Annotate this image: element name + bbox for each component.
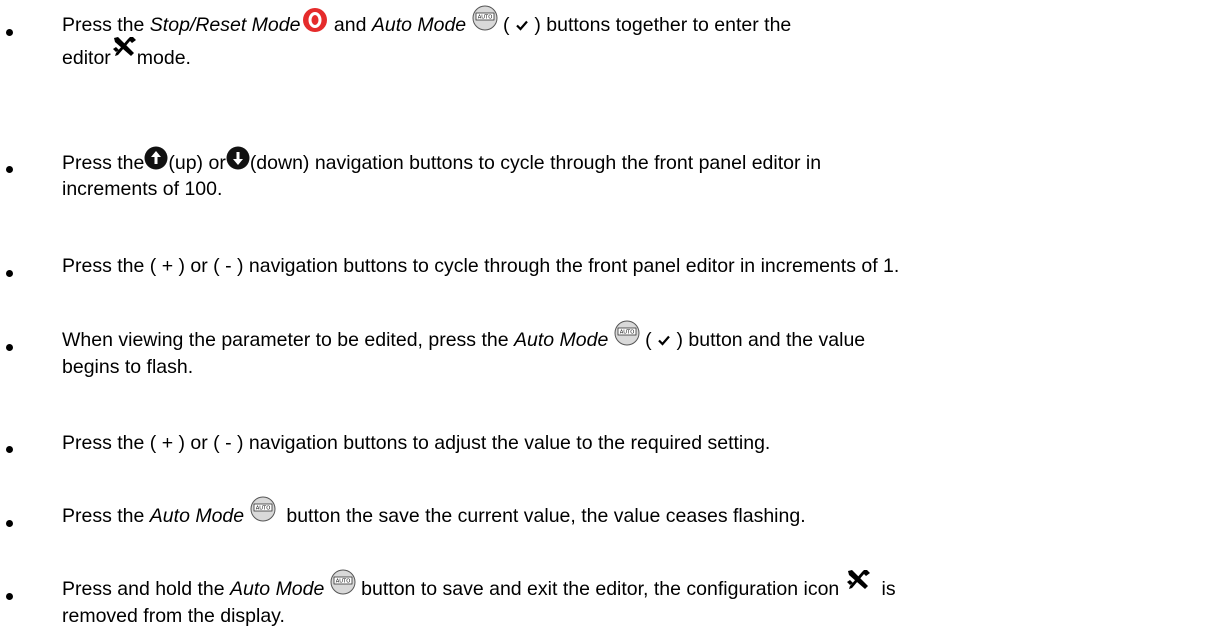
auto-mode-icon: AUTO: [614, 320, 640, 346]
emphasized-term: Auto Mode: [230, 578, 325, 600]
instruction-text: Press the ( + ) or ( - ) navigation butt…: [62, 430, 1192, 456]
instruction-text: When viewing the parameter to be edited,…: [62, 320, 1192, 380]
bullet-point: [6, 29, 13, 36]
text-line: Press the ( + ) or ( - ) navigation butt…: [62, 253, 1192, 279]
emphasized-term: Auto Mode: [514, 329, 609, 351]
check-icon: [657, 333, 671, 347]
text-line: Press the ( + ) or ( - ) navigation butt…: [62, 430, 1192, 456]
auto-icon-label: AUTO: [477, 14, 492, 20]
bullet-point: [6, 166, 13, 173]
text-run: removed from the display.: [62, 604, 285, 627]
text-run: Press and hold the: [62, 578, 231, 600]
text-run: ) button and the value: [671, 329, 866, 351]
instruction-text: Press the ( + ) or ( - ) navigation butt…: [62, 253, 1192, 279]
text-line: Press and hold the Auto Mode AUTO button…: [62, 569, 1192, 603]
down-arrow-icon: [226, 146, 250, 170]
text-line: When viewing the parameter to be edited,…: [62, 320, 1192, 354]
bullet-point: [6, 593, 13, 600]
text-run: editor: [62, 46, 111, 69]
auto-icon-label: AUTO: [335, 578, 350, 584]
text-line: Press the (up) or (down) navigation button…: [62, 146, 1192, 176]
emphasized-term: Auto Mode: [371, 14, 467, 36]
check-icon: [515, 18, 529, 32]
auto-mode-icon: AUTO: [250, 496, 276, 522]
text-run: and: [328, 14, 372, 36]
text-run: ) buttons together to enter the: [528, 14, 792, 36]
auto-icon-label: AUTO: [255, 505, 270, 511]
text-line: Press the Auto Mode AUTO button the save…: [62, 496, 1192, 530]
instruction-text: Press and hold the Auto Mode AUTO button…: [62, 569, 1192, 629]
text-run: Press the: [62, 505, 150, 527]
text-run: is: [870, 578, 896, 600]
text-run: button to save and exit the editor, the …: [355, 578, 845, 600]
text-line: editor mode.: [62, 36, 1192, 71]
bullet-point: [6, 344, 13, 351]
text-run: Press the: [62, 14, 150, 36]
text-line: Press the Stop/Reset Mode and Auto Mode …: [62, 5, 1192, 39]
text-run: Press the: [62, 152, 145, 174]
text-run: Press the ( + ) or ( - ) navigation butt…: [62, 432, 771, 454]
text-run: (: [639, 329, 658, 351]
auto-mode-icon: AUTO: [330, 569, 356, 595]
tools-icon: [845, 568, 871, 592]
text-run: button the save the current value, the v…: [275, 505, 806, 527]
instruction-document: Press the Stop/Reset Mode and Auto Mode …: [0, 0, 1205, 627]
tools-icon: [111, 35, 137, 59]
text-run: increments of 100.: [62, 178, 223, 200]
text-run: mode.: [136, 46, 191, 69]
instruction-text: Press the Stop/Reset Mode and Auto Mode …: [62, 5, 1192, 71]
text-run: begins to flash.: [62, 355, 194, 378]
up-arrow-icon: [144, 146, 168, 170]
text-line: removed from the display.: [62, 603, 1192, 629]
bullet-point: [6, 520, 13, 527]
text-run: (up) or: [168, 152, 226, 174]
instruction-text: Press the (up) or (down) navigation button…: [62, 146, 1192, 202]
stop-reset-icon: [302, 7, 328, 33]
text-run: Press the ( + ) or ( - ) navigation butt…: [62, 255, 900, 277]
text-run: (: [497, 14, 515, 36]
text-run: (down) navigation buttons to cycle throu…: [249, 152, 822, 174]
text-run: When viewing the parameter to be edited,…: [62, 329, 515, 351]
text-line: increments of 100.: [62, 176, 1192, 202]
auto-icon-label: AUTO: [619, 329, 634, 335]
emphasized-term: Stop/Reset Mode: [149, 14, 301, 36]
instruction-text: Press the Auto Mode AUTO button the save…: [62, 496, 1192, 530]
bullet-point: [6, 446, 13, 453]
text-line: begins to flash.: [62, 354, 1192, 380]
emphasized-term: Auto Mode: [149, 505, 245, 527]
bullet-point: [6, 270, 13, 277]
auto-mode-icon: AUTO: [472, 5, 498, 31]
